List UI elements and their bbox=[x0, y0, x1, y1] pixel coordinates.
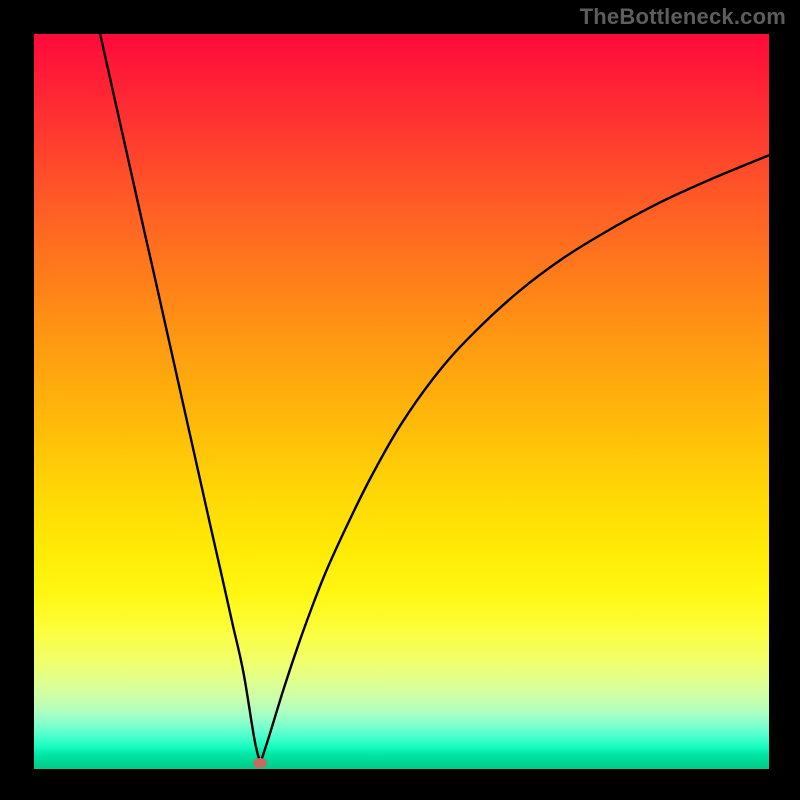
watermark-text: TheBottleneck.com bbox=[580, 4, 786, 30]
chart-container: TheBottleneck.com bbox=[0, 0, 800, 800]
curve-svg bbox=[34, 34, 769, 769]
curve-right-branch bbox=[260, 155, 769, 763]
minimum-marker bbox=[253, 758, 267, 768]
curve-left-branch bbox=[100, 34, 260, 763]
plot-area bbox=[34, 34, 769, 769]
